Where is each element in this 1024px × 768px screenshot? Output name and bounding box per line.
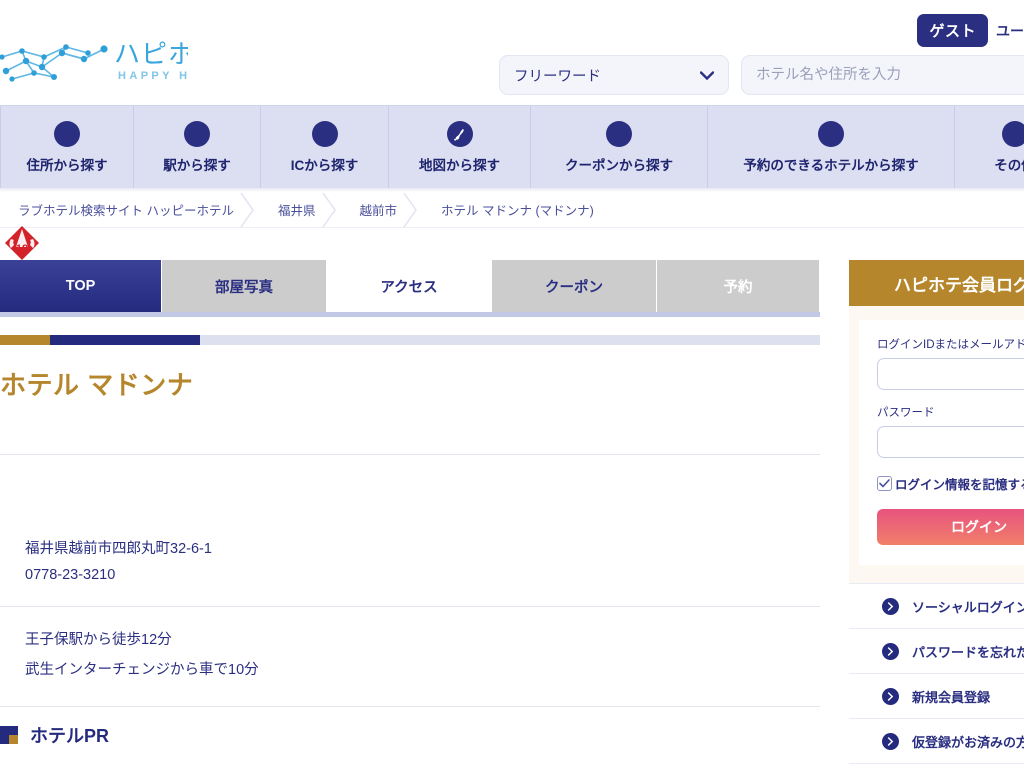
- login-form: ログインIDまたはメールアドレス パスワード ログイン情報を記憶する ログイン: [859, 320, 1024, 565]
- section-progress-bar: [0, 335, 820, 345]
- breadcrumb-item-home[interactable]: ラブホテル検索サイト ハッピーホテル: [0, 192, 256, 228]
- link-forgot-password[interactable]: パスワードを忘れた方: [849, 629, 1024, 674]
- happy-hotel-logo-icon: ハピホテ HAPPY HOTEL: [0, 39, 188, 82]
- search-type-select[interactable]: フリーワード: [499, 55, 729, 95]
- svg-text:HAPPY HOTEL: HAPPY HOTEL: [118, 70, 188, 82]
- link-provisional-registration[interactable]: 仮登録がお済みの方: [849, 719, 1024, 764]
- page-root: ハピホテ HAPPY HOTEL ゲスト ユー フリーワード 住所から探す: [0, 0, 1024, 768]
- breadcrumb: ラブホテル検索サイト ハッピーホテル 福井県 越前市 ホテル マドンナ (マドン…: [0, 192, 1024, 228]
- divider-middle: [0, 606, 820, 607]
- tab-top[interactable]: TOP: [0, 260, 162, 312]
- tab-reserve: 予約: [657, 260, 820, 312]
- member-links: ソーシャルログイン パスワードを忘れた方 新規会員登録 仮登録がお済みの方: [849, 583, 1024, 764]
- search-input[interactable]: [741, 55, 1024, 95]
- access-line-car: 武生インターチェンジから車で10分: [25, 662, 259, 678]
- link-label: ソーシャルログイン: [912, 599, 1024, 615]
- member-login-sidebar: ハピホテ会員ログイン ログインIDまたはメールアドレス パスワード ログイン情報…: [849, 260, 1024, 764]
- divider-top: [0, 454, 820, 455]
- link-social-login[interactable]: ソーシャルログイン: [849, 584, 1024, 629]
- svg-text:ハピホテ: ハピホテ: [114, 39, 188, 69]
- divider-bottom: [0, 706, 820, 707]
- nav-item-address[interactable]: 住所から探す: [0, 106, 134, 189]
- login-id-input[interactable]: [877, 358, 1024, 390]
- progress-segment-navy: [50, 335, 200, 345]
- circle-icon: [606, 121, 632, 147]
- link-label: パスワードを忘れた方: [912, 644, 1024, 660]
- chevron-right-icon: [321, 192, 336, 227]
- checkbox-icon[interactable]: [877, 476, 892, 491]
- nav-item-map[interactable]: 地図から探す: [389, 106, 531, 189]
- hotel-address: 福井県越前市四郎丸町32-6-1: [25, 541, 212, 557]
- arrow-right-icon: [882, 732, 899, 750]
- guest-user-label[interactable]: ユー: [996, 21, 1024, 41]
- remember-me-label: ログイン情報を記憶する: [895, 478, 1024, 492]
- circle-icon: [54, 121, 80, 147]
- breadcrumb-item-current: ホテル マドンナ (マドンナ): [419, 192, 616, 228]
- nav-label: 予約のできるホテルから探す: [743, 158, 919, 173]
- category-nav: 住所から探す 駅から探す ICから探す 地図から探す クーポンから探す 予約ので…: [0, 105, 1024, 189]
- login-panel-body: ログインIDまたはメールアドレス パスワード ログイン情報を記憶する ログイン: [849, 306, 1024, 583]
- checker-square-icon: [0, 726, 18, 744]
- site-header: ハピホテ HAPPY HOTEL ゲスト ユー フリーワード: [0, 0, 1024, 105]
- site-logo[interactable]: ハピホテ HAPPY HOTEL: [0, 30, 192, 86]
- main-column: TOP 部屋写真 アクセス クーポン 予約 ホテル マドンナ: [0, 260, 820, 400]
- login-id-label: ログインIDまたはメールアドレス: [877, 339, 1024, 351]
- link-label: 新規会員登録: [912, 689, 991, 705]
- arrow-right-icon: [882, 687, 899, 705]
- hotel-phone[interactable]: 0778-23-3210: [25, 567, 115, 583]
- nav-label: その他: [994, 158, 1024, 173]
- japan-map-icon: [446, 121, 473, 147]
- breadcrumb-label: 越前市: [359, 204, 398, 218]
- tab-access[interactable]: アクセス: [327, 260, 492, 312]
- link-label: 仮登録がお済みの方: [912, 734, 1024, 750]
- breadcrumb-label: ラブホテル検索サイト ハッピーホテル: [18, 204, 234, 218]
- nav-item-station[interactable]: 駅から探す: [134, 106, 261, 189]
- page-title: ホテル マドンナ: [0, 370, 194, 400]
- user-status-row: ゲスト ユー: [917, 14, 1024, 47]
- nav-label: クーポンから探す: [565, 158, 673, 173]
- guest-badge[interactable]: ゲスト: [917, 14, 988, 47]
- breadcrumb-item-prefecture[interactable]: 福井県: [256, 192, 338, 228]
- nav-item-reservable[interactable]: 予約のできるホテルから探す: [708, 106, 955, 189]
- link-new-registration[interactable]: 新規会員登録: [849, 674, 1024, 719]
- breadcrumb-item-city[interactable]: 越前市: [338, 192, 420, 228]
- nav-item-ic[interactable]: ICから探す: [261, 106, 389, 189]
- arrow-right-icon: [882, 642, 899, 660]
- search-bar: フリーワード: [499, 55, 1024, 95]
- age-restriction-18-icon: 18: [5, 226, 39, 260]
- login-panel-title: ハピホテ会員ログイン: [849, 260, 1024, 306]
- hotel-pr-heading: ホテルPR: [0, 722, 109, 748]
- nav-label: 地図から探す: [419, 158, 500, 173]
- circle-icon: [311, 121, 338, 147]
- access-line-station: 王子保駅から徒歩12分: [25, 632, 172, 648]
- hotel-tabs: TOP 部屋写真 アクセス クーポン 予約: [0, 260, 820, 312]
- tab-underline: [0, 312, 820, 317]
- password-input[interactable]: [877, 426, 1024, 458]
- circle-icon: [1001, 121, 1024, 147]
- japan-map-glyph: [454, 128, 464, 141]
- hotel-pr-title: ホテルPR: [30, 726, 110, 746]
- breadcrumb-label: 福井県: [277, 204, 316, 218]
- progress-segment-gold: [0, 335, 50, 345]
- password-label: パスワード: [877, 407, 935, 419]
- nav-item-coupon[interactable]: クーポンから探す: [531, 106, 708, 189]
- circle-icon: [818, 121, 844, 147]
- check-icon: [879, 479, 890, 488]
- login-button[interactable]: ログイン: [877, 509, 1024, 545]
- tab-coupon[interactable]: クーポン: [492, 260, 657, 312]
- age-badge-text: 18: [16, 243, 28, 255]
- chevron-right-icon: [403, 192, 417, 227]
- nav-item-other[interactable]: その他: [955, 106, 1024, 189]
- nav-label: 駅から探す: [163, 158, 231, 173]
- search-type-value: フリーワード: [514, 68, 601, 85]
- nav-label: ICから探す: [290, 158, 359, 173]
- chevron-down-icon: [700, 70, 714, 80]
- arrow-right-icon: [882, 597, 899, 615]
- remember-me-row[interactable]: ログイン情報を記憶する: [877, 474, 1024, 493]
- tab-photos[interactable]: 部屋写真: [162, 260, 327, 312]
- breadcrumb-label: ホテル マドンナ (マドンナ): [441, 204, 594, 218]
- nav-label: 住所から探す: [26, 158, 108, 173]
- chevron-right-icon: [240, 192, 254, 227]
- circle-icon: [184, 121, 210, 147]
